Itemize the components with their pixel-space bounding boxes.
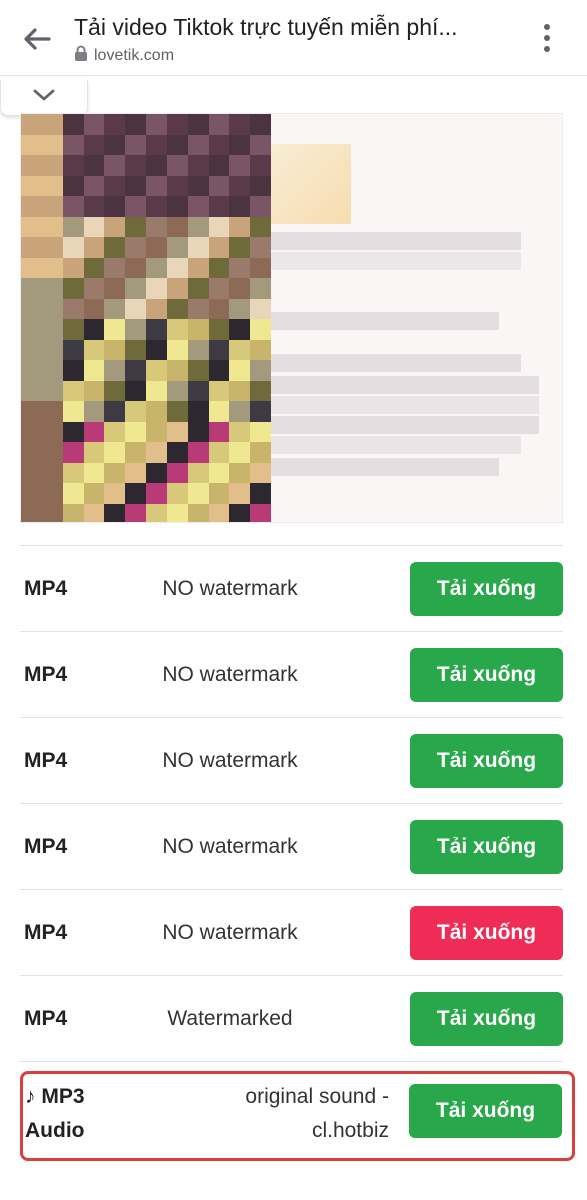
chevron-down-icon bbox=[32, 88, 56, 107]
download-row: MP4 NO watermark Tải xuống bbox=[20, 803, 563, 889]
audio-format-label: ♪ MP3 Audio bbox=[25, 1080, 85, 1148]
video-thumbnail bbox=[20, 113, 563, 523]
quality-label: NO watermark bbox=[162, 577, 298, 600]
format-label: MP4 bbox=[24, 577, 68, 600]
download-button[interactable]: Tải xuống bbox=[410, 562, 563, 616]
download-button[interactable]: Tải xuống bbox=[410, 992, 563, 1046]
download-row: MP4 NO watermark Tải xuống bbox=[20, 631, 563, 717]
quality-label: NO watermark bbox=[162, 835, 298, 858]
quality-label: Watermarked bbox=[167, 1007, 293, 1030]
download-button[interactable]: Tải xuống bbox=[410, 648, 563, 702]
quality-label: NO watermark bbox=[162, 921, 298, 944]
audio-title-line2: cl.hotbiz bbox=[311, 1119, 389, 1142]
page-title: Tải video Tiktok trực tuyến miễn phí... bbox=[74, 14, 458, 40]
browser-toolbar: Tải video Tiktok trực tuyến miễn phí... … bbox=[0, 0, 587, 76]
more-vertical-icon[interactable] bbox=[530, 20, 564, 56]
audio-title-line1: original sound - bbox=[245, 1085, 389, 1108]
audio-title: original sound - cl.hotbiz bbox=[213, 1080, 389, 1148]
thumbnail-left-panel bbox=[21, 114, 271, 522]
format-label: MP4 bbox=[24, 921, 68, 944]
format-label: MP4 bbox=[24, 663, 68, 686]
format-label: MP4 bbox=[24, 749, 68, 772]
download-row: MP4 NO watermark Tải xuống bbox=[20, 889, 563, 975]
url-row[interactable]: lovetik.com bbox=[74, 45, 174, 66]
download-button[interactable]: Tải xuống bbox=[410, 906, 563, 960]
quality-label: NO watermark bbox=[162, 749, 298, 772]
audio-download-row: ♪ MP3 Audio original sound - cl.hotbiz T… bbox=[20, 1071, 575, 1161]
download-button[interactable]: Tải xuống bbox=[410, 734, 563, 788]
download-row: MP4 NO watermark Tải xuống bbox=[20, 545, 563, 631]
download-button[interactable]: Tải xuống bbox=[410, 820, 563, 874]
lock-icon bbox=[74, 45, 88, 66]
audio-format-line2: Audio bbox=[25, 1119, 85, 1142]
back-arrow-icon[interactable] bbox=[20, 22, 54, 56]
download-row: MP4 NO watermark Tải xuống bbox=[20, 717, 563, 803]
audio-format-line1: ♪ MP3 bbox=[25, 1085, 85, 1108]
download-audio-button[interactable]: Tải xuống bbox=[409, 1084, 562, 1138]
download-row: MP4 Watermarked Tải xuống bbox=[20, 975, 563, 1061]
url-text: lovetik.com bbox=[94, 46, 175, 64]
row-divider bbox=[20, 1061, 563, 1062]
format-label: MP4 bbox=[24, 835, 68, 858]
collapse-toggle[interactable] bbox=[0, 80, 88, 116]
quality-label: NO watermark bbox=[162, 663, 298, 686]
format-label: MP4 bbox=[24, 1007, 68, 1030]
